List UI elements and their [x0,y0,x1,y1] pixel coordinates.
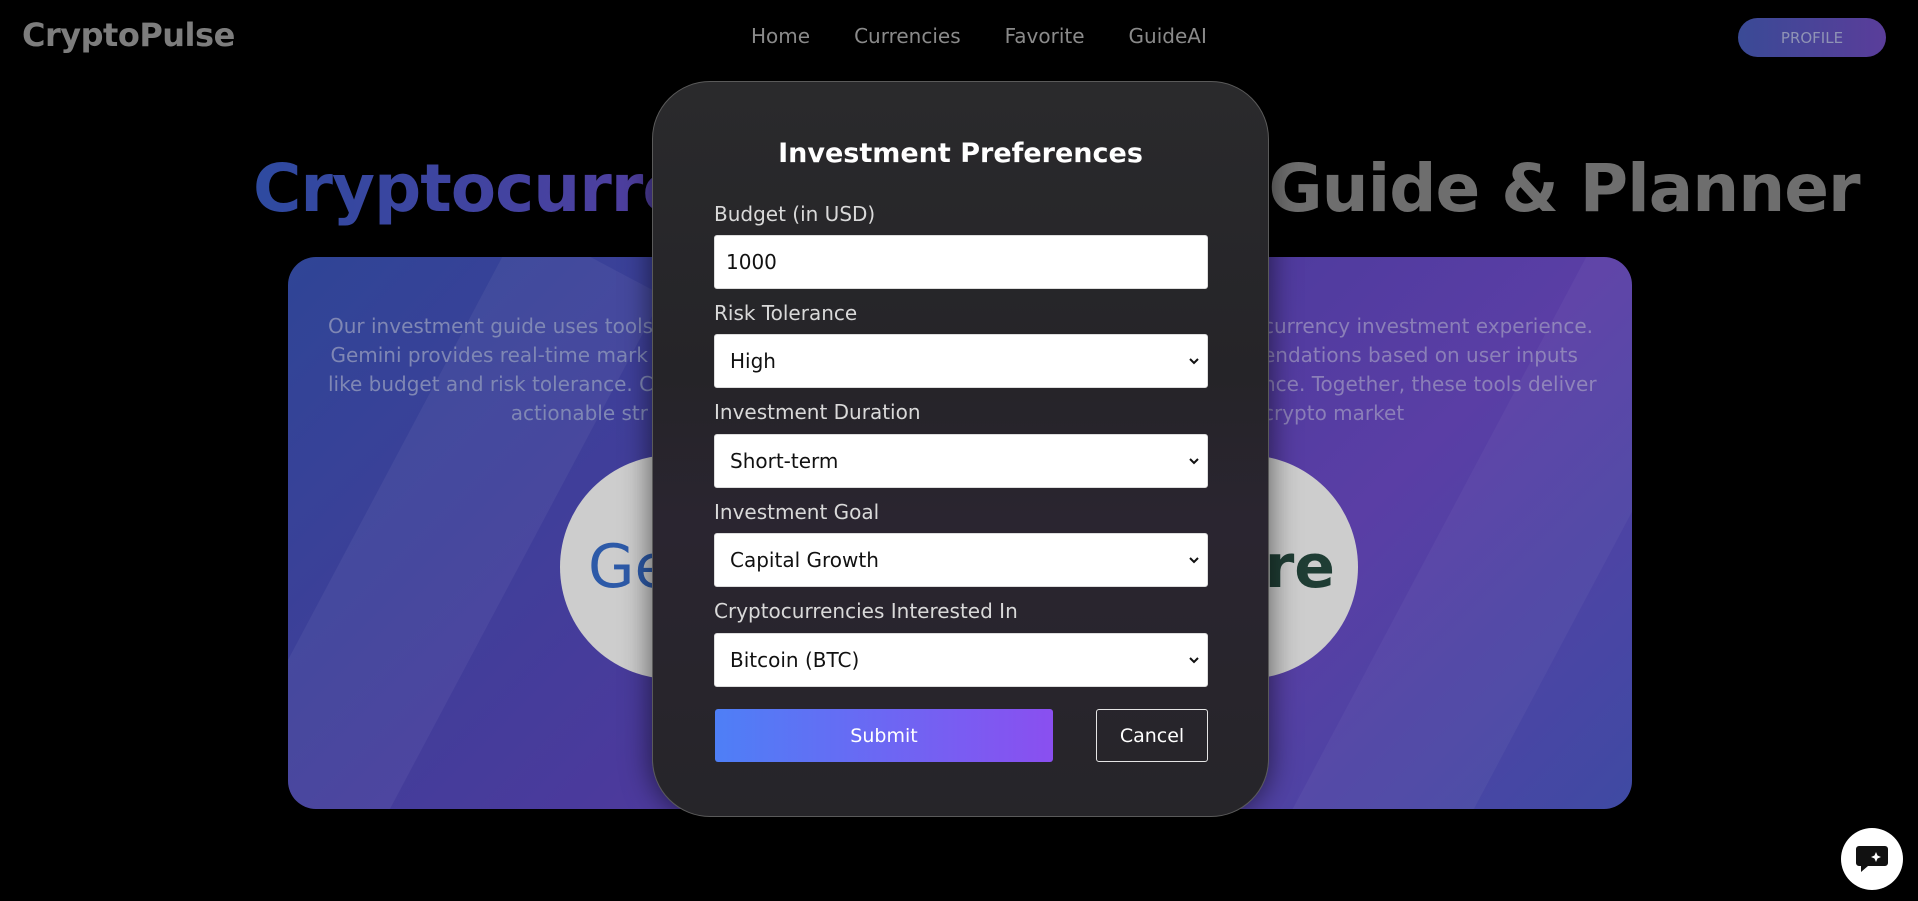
nav-item-guideai[interactable]: GuideAI [1129,24,1207,48]
card-left-line: Our investment guide uses tools l [328,314,665,338]
investment-goal-select[interactable]: Capital Growth [714,533,1208,587]
investment-duration-value: Short-term [730,449,839,473]
card-right-line: nce. Together, these tools deliver [1263,372,1597,396]
card-description-left: Our investment guide uses tools l Gemini… [328,312,666,428]
submit-button[interactable]: Submit [715,709,1053,762]
card-right-line: currency investment experience. [1263,314,1593,338]
chat-bubble-sparkle-icon [1856,846,1888,872]
profile-button[interactable]: PROFILE [1738,18,1886,57]
chevron-down-icon [1189,557,1199,564]
nav-item-home[interactable]: Home [751,24,810,48]
nav-item-currencies[interactable]: Currencies [854,24,961,48]
investment-duration-label: Investment Duration [714,400,921,424]
budget-input[interactable]: 1000 [714,235,1208,289]
chevron-down-icon [1189,358,1199,365]
budget-label: Budget (in USD) [714,202,876,226]
main-nav: Home Currencies Favorite GuideAI [751,24,1251,48]
chevron-down-icon [1189,657,1199,664]
cryptocurrencies-label: Cryptocurrencies Interested In [714,599,1018,623]
cryptocurrencies-value: Bitcoin (BTC) [730,648,860,672]
card-left-line: Gemini provides real-time mark [330,343,648,367]
risk-tolerance-label: Risk Tolerance [714,301,858,325]
investment-duration-select[interactable]: Short-term [714,434,1208,488]
investment-goal-label: Investment Goal [714,500,880,524]
card-left-line: actionable str [510,401,648,425]
page: CryptoPulse Home Currencies Favorite Gui… [0,0,1918,901]
card-left-line: like budget and risk tolerance. Co [328,372,666,396]
risk-tolerance-select[interactable]: High [714,334,1208,388]
investment-preferences-modal: Investment Preferences Budget (in USD) 1… [652,81,1269,817]
modal-title: Investment Preferences [778,138,1143,169]
card-right-line: endations based on user inputs [1263,343,1578,367]
investment-goal-value: Capital Growth [730,548,879,572]
chat-button[interactable] [1841,828,1903,890]
app-logo[interactable]: CryptoPulse [22,16,235,54]
card-description-right: currency investment experience. endation… [1263,312,1603,428]
card-right-line: crypto market [1263,401,1405,425]
budget-value: 1000 [726,250,777,274]
nav-item-favorite[interactable]: Favorite [1005,24,1085,48]
cancel-button[interactable]: Cancel [1096,709,1208,762]
cryptocurrencies-select[interactable]: Bitcoin (BTC) [714,633,1208,687]
risk-tolerance-value: High [730,349,776,373]
chevron-down-icon [1189,458,1199,465]
